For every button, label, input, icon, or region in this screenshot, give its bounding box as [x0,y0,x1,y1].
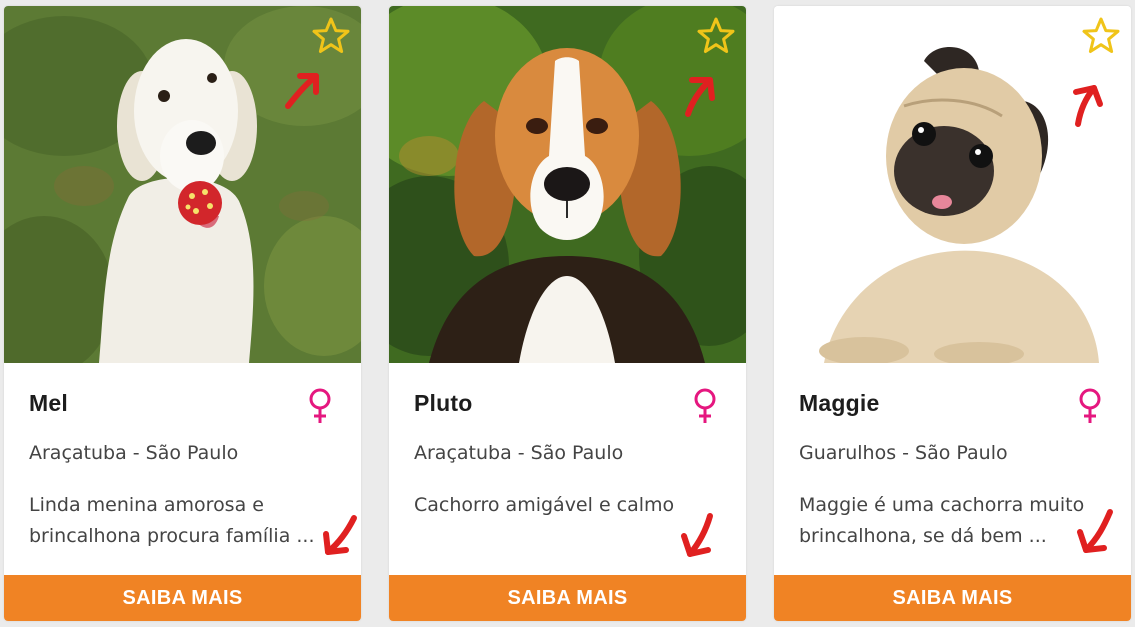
favorite-star-icon[interactable] [1081,16,1121,56]
pet-description: Linda menina amorosa e brincalhona procu… [29,494,315,547]
female-icon [306,387,334,425]
pet-card: Maggie Guarulhos - São Paulo Maggie é um… [774,6,1131,621]
pet-name: Mel [29,390,68,416]
saiba-mais-button[interactable]: SAIBA MAIS [774,575,1131,621]
saiba-mais-button[interactable]: SAIBA MAIS [4,575,361,621]
favorite-star-icon[interactable] [311,16,351,56]
pet-card: Pluto Araçatuba - São Paulo Cachorro ami… [389,6,746,621]
pet-photo[interactable] [389,6,746,363]
pet-location: Guarulhos - São Paulo [799,442,1008,464]
female-icon [1076,387,1104,425]
pet-photo[interactable] [774,6,1131,363]
pet-name: Pluto [414,390,473,416]
pet-location: Araçatuba - São Paulo [414,442,624,464]
pet-photo[interactable] [4,6,361,363]
pet-location: Araçatuba - São Paulo [29,442,239,464]
pet-description: Cachorro amigável e calmo [414,494,675,516]
pet-card: Mel Araçatuba - São Paulo Linda menina a… [4,6,361,621]
favorite-star-icon[interactable] [696,16,736,56]
female-icon [691,387,719,425]
pet-description: Maggie é uma cachorra muito brincalhona,… [799,494,1085,547]
saiba-mais-button[interactable]: SAIBA MAIS [389,575,746,621]
pet-name: Maggie [799,390,880,416]
